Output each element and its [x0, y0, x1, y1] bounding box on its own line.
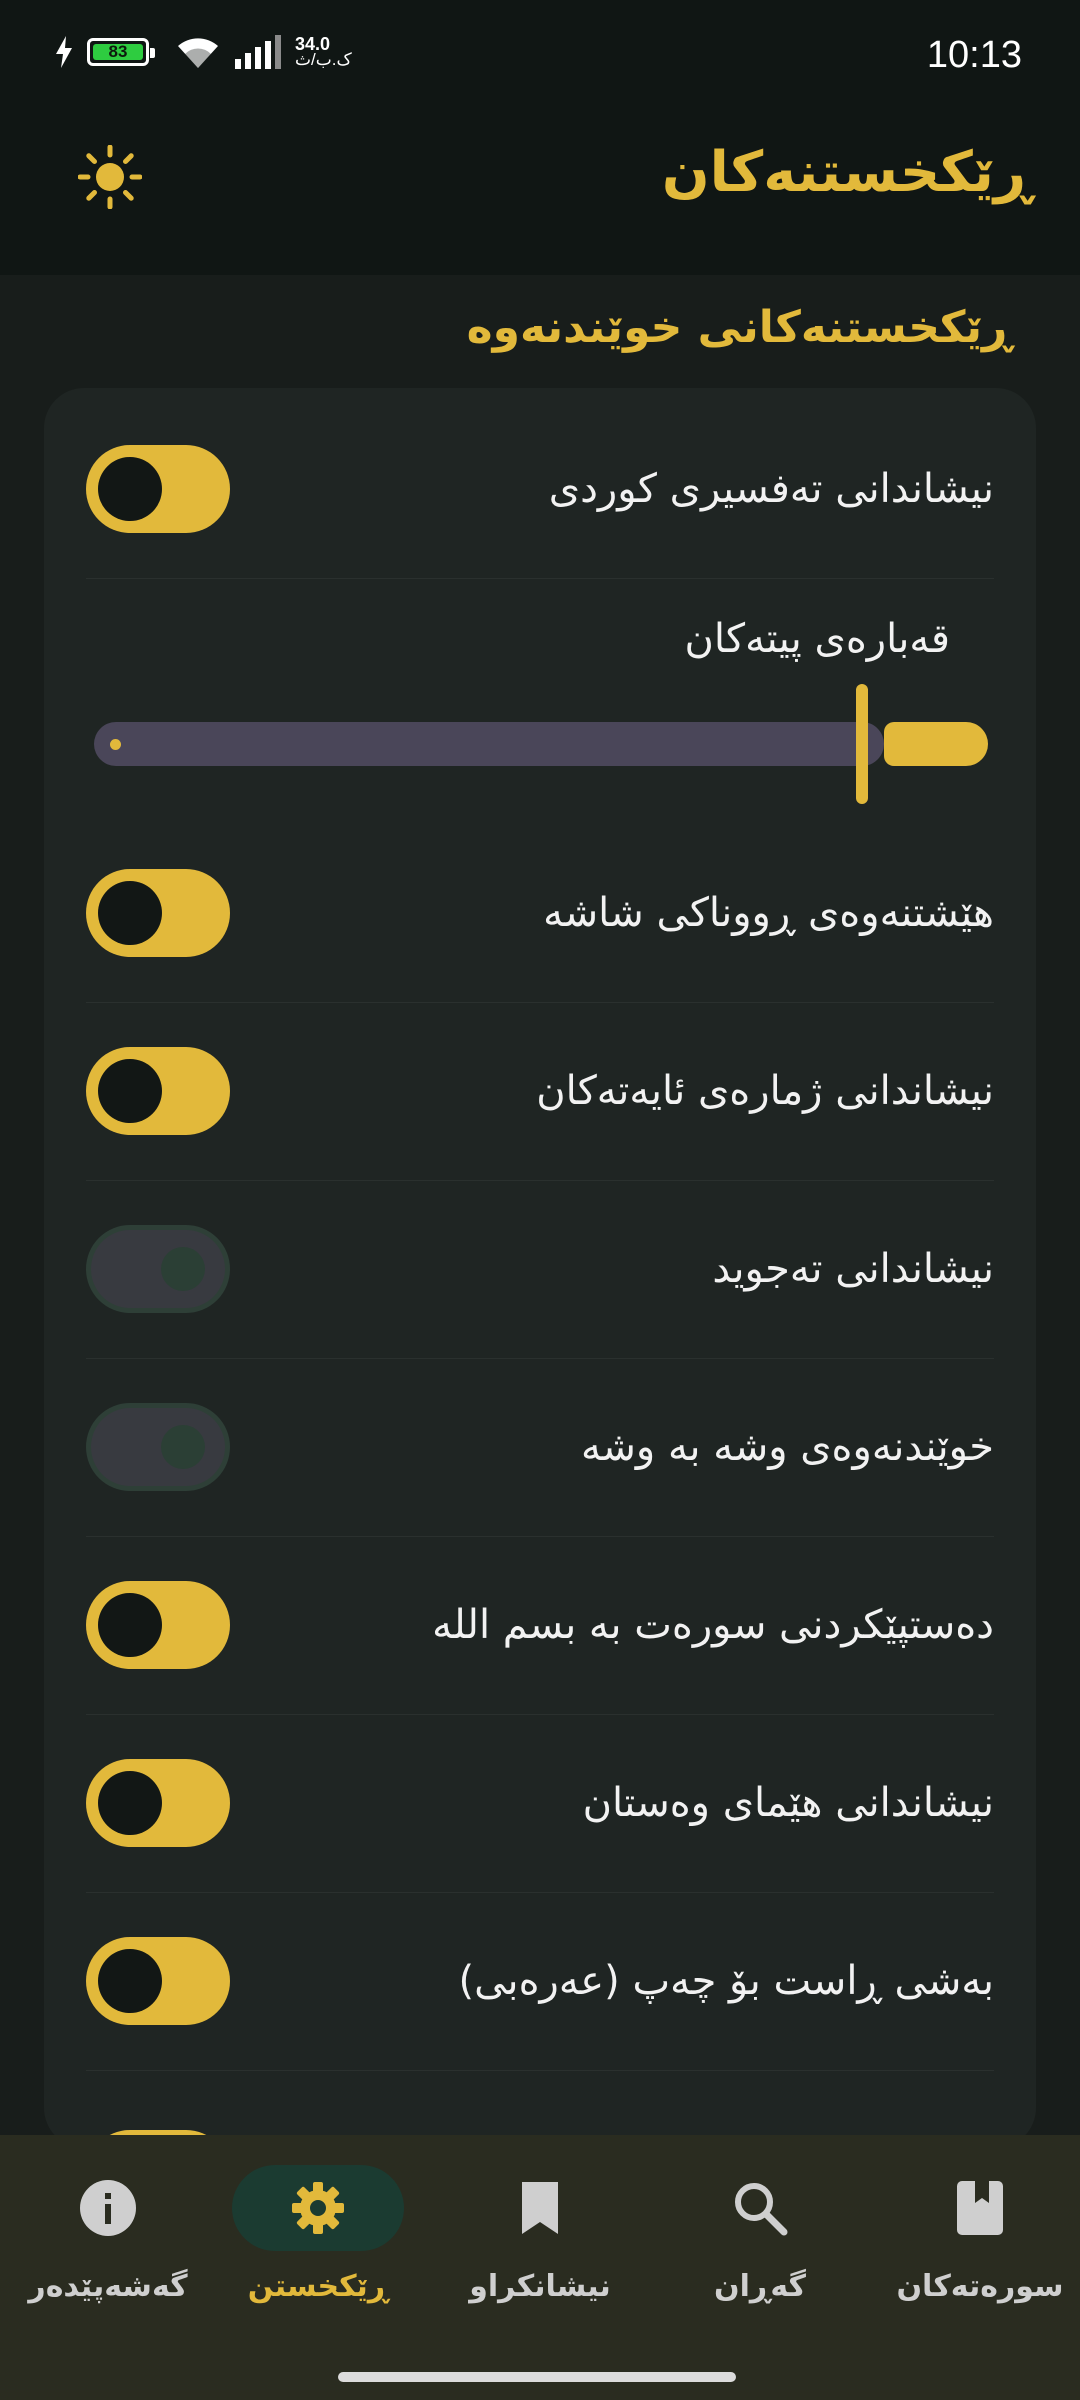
setting-label: هێشتنەوەی ڕووناکی شاشە [543, 890, 994, 936]
nav-label: ڕێکخستن [247, 2269, 389, 2304]
toggle-knob [161, 1425, 205, 1469]
setting-label: خوێندنەوەی وشە بە وشە [580, 1424, 994, 1470]
settings-card: نیشاندانی تەفسیری کوردی قەبارەی پیتەکان … [44, 388, 1036, 2148]
clock: 10:13 [926, 34, 1022, 76]
book-icon [957, 2181, 1003, 2235]
nav-pill [232, 2165, 404, 2251]
nav-developer[interactable]: گەشەپێدەر [0, 2165, 216, 2335]
search-icon [735, 2183, 788, 2236]
toggle-knob [98, 457, 162, 521]
nav-bookmarks[interactable]: نیشانکراو [432, 2165, 648, 2335]
nav-label: نیشانکراو [469, 2269, 611, 2304]
stop-signs-toggle[interactable] [86, 1759, 230, 1847]
gear-icon [292, 2182, 344, 2234]
nav-search[interactable]: گەڕان [652, 2165, 868, 2335]
ayah-numbers-toggle[interactable] [86, 1047, 230, 1135]
status-bar: 83 34.0 ک.ب/ث 10:13 [0, 0, 1080, 120]
tajweed-toggle[interactable] [86, 1225, 230, 1313]
word-by-word-toggle[interactable] [86, 1403, 230, 1491]
home-indicator[interactable] [338, 2372, 736, 2382]
setting-row-kurdish-tafsir[interactable]: نیشاندانی تەفسیری کوردی [86, 400, 994, 579]
sun-icon[interactable] [78, 145, 142, 209]
battery-icon: 83 [87, 38, 155, 66]
nav-label: سورەتەکان [896, 2269, 1064, 2304]
wifi-icon [178, 38, 218, 68]
toggle-knob [98, 1949, 162, 2013]
nav-pill [22, 2165, 194, 2251]
nav-pill [894, 2165, 1066, 2251]
page-title: ڕێکخستنەکان [661, 140, 1032, 205]
battery-level: 83 [93, 42, 143, 61]
setting-label: نیشاندانی تەجوید [712, 1246, 994, 1292]
nav-label: گەشەپێدەر [28, 2269, 188, 2304]
network-speed: 34.0 ک.ب/ث [295, 35, 352, 69]
setting-label: نیشاندانی تەفسیری کوردی [548, 466, 994, 512]
toggle-knob [98, 1593, 162, 1657]
info-icon [80, 2180, 136, 2236]
setting-label: نیشاندانی ژمارەی ئایەتەکان [536, 1068, 994, 1114]
bottom-navigation: گەشەپێدەر ڕێکخستن نیشانکراو گەڕان سورەتە… [0, 2135, 1080, 2400]
toggle-knob [161, 1247, 205, 1291]
section-title: ڕێکخستنەکانی خوێندنەوە [466, 302, 1012, 353]
setting-row-stop-signs[interactable]: نیشاندانی هێمای وەستان [86, 1714, 994, 1893]
toggle-knob [98, 1059, 162, 1123]
status-icons: 83 34.0 ک.ب/ث [55, 34, 352, 70]
toggle-knob [98, 881, 162, 945]
app-bar: ڕێکخستنەکان [0, 120, 1080, 275]
nav-surahs[interactable]: سورەتەکان [872, 2165, 1080, 2335]
network-speed-unit: ک.ب/ث [295, 50, 352, 69]
font-size-label: قەبارەی پیتەکان [684, 616, 950, 662]
setting-row-bismillah[interactable]: دەستپێکردنی سورەت بە بسم الله [86, 1536, 994, 1715]
rtl-arabic-toggle[interactable] [86, 1937, 230, 2025]
font-size-slider-active [884, 722, 988, 766]
slider-tick [110, 739, 121, 750]
font-size-slider-thumb[interactable] [856, 684, 868, 804]
nav-settings[interactable]: ڕێکخستن [210, 2165, 426, 2335]
font-size-slider-track[interactable] [94, 722, 884, 766]
setting-label: نیشاندانی هێمای وەستان [582, 1780, 994, 1826]
kurdish-tafsir-toggle[interactable] [86, 445, 230, 533]
nav-label: گەڕان [714, 2269, 806, 2304]
setting-row-tajweed[interactable]: نیشاندانی تەجوید [86, 1180, 994, 1359]
bismillah-toggle[interactable] [86, 1581, 230, 1669]
setting-row-ayah-numbers[interactable]: نیشاندانی ژمارەی ئایەتەکان [86, 1002, 994, 1181]
nav-pill [454, 2165, 626, 2251]
signal-icon [235, 35, 281, 69]
bookmark-icon [522, 2182, 558, 2234]
toggle-knob [98, 1771, 162, 1835]
setting-label: بەشی ڕاست بۆ چەپ (عەرەبی) [458, 1958, 994, 2004]
keep-screen-on-toggle[interactable] [86, 869, 230, 957]
charging-icon [56, 36, 72, 68]
setting-row-keep-screen-on[interactable]: هێشتنەوەی ڕووناکی شاشە [86, 824, 994, 1003]
setting-label: دەستپێکردنی سورەت بە بسم الله [432, 1602, 994, 1648]
setting-row-rtl-arabic[interactable]: بەشی ڕاست بۆ چەپ (عەرەبی) [86, 1892, 994, 2071]
setting-row-word-by-word[interactable]: خوێندنەوەی وشە بە وشە [86, 1358, 994, 1537]
nav-pill [674, 2165, 846, 2251]
